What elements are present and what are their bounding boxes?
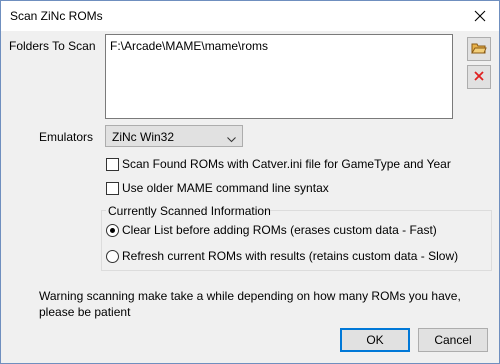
refresh-label[interactable]: Refresh current ROMs with results (retai… [122, 249, 458, 263]
older-mame-label[interactable]: Use older MAME command line syntax [122, 181, 329, 195]
cancel-button[interactable]: Cancel [418, 328, 488, 352]
catver-label[interactable]: Scan Found ROMs with Catver.ini file for… [122, 157, 451, 171]
ok-button[interactable]: OK [340, 328, 410, 352]
folder-list-item[interactable]: F:\Arcade\MAME\mame\roms [110, 39, 448, 53]
emulator-select[interactable]: ZiNc Win32 [105, 125, 243, 147]
scan-dialog: Scan ZiNc ROMs Folders To Scan F:\Arcade… [0, 0, 500, 364]
clear-list-label[interactable]: Clear List before adding ROMs (erases cu… [122, 223, 437, 237]
folders-label: Folders To Scan [9, 39, 96, 53]
close-icon[interactable] [469, 5, 491, 27]
warning-text: Warning scanning make take a while depen… [39, 289, 461, 319]
refresh-radio[interactable] [106, 250, 119, 263]
emulators-label: Emulators [39, 130, 94, 144]
group-divider-right [261, 210, 491, 211]
scanned-group-label: Currently Scanned Information [108, 204, 271, 218]
remove-folder-button[interactable] [467, 65, 491, 89]
add-folder-button[interactable] [467, 37, 491, 61]
group-divider-left [101, 210, 106, 211]
remove-x-icon [474, 70, 484, 84]
chevron-down-icon [227, 132, 236, 146]
clear-list-radio[interactable] [106, 224, 119, 237]
folders-list[interactable]: F:\Arcade\MAME\mame\roms [105, 34, 453, 119]
dialog-title: Scan ZiNc ROMs [10, 9, 103, 23]
catver-checkbox[interactable] [106, 158, 119, 171]
emulator-selected-value: ZiNc Win32 [112, 130, 175, 144]
title-bar: Scan ZiNc ROMs [1, 1, 499, 31]
folder-add-icon [471, 41, 487, 58]
older-mame-checkbox[interactable] [106, 182, 119, 195]
